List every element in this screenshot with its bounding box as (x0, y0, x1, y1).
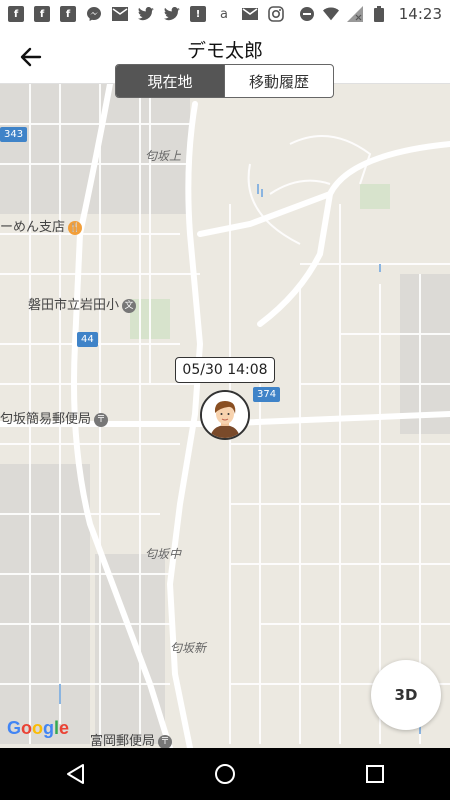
map-label-sakashin: 匂坂新 (170, 641, 207, 655)
clock: 14:23 (398, 5, 442, 23)
3d-toggle-button[interactable]: 3D (371, 660, 441, 730)
amazon-icon: a (220, 6, 228, 22)
view-toggle: 現在地 移動履歴 (115, 64, 334, 98)
post-office-icon: 〒 (158, 734, 173, 748)
recents-nav-icon[interactable] (355, 754, 395, 794)
school-icon: 文 (122, 298, 137, 313)
tab-current-location[interactable]: 現在地 (116, 65, 224, 97)
restaurant-icon: 🍴 (68, 220, 83, 235)
map-label-post2: 富岡郵便局〒 (90, 730, 173, 748)
gmail-icon (242, 6, 258, 22)
location-timestamp: 05/30 14:08 (175, 357, 275, 383)
messenger-icon (86, 6, 102, 22)
dnd-icon (299, 6, 315, 22)
map-label-ramen-text: ーめん支店 (0, 220, 66, 235)
twitter-icon (138, 6, 154, 22)
map-label-ramen: ーめん支店 🍴 (0, 216, 83, 235)
facebook-icon: f (60, 6, 76, 22)
map-view[interactable]: 343 44 374 匂坂上 ーめん支店 🍴 磐田市立岩田小文 匂坂簡易郵便局〒 … (0, 84, 450, 748)
mail-icon (112, 6, 128, 22)
system-icons: 14:23 (299, 5, 442, 23)
status-bar: f f f ! a 14:23 (0, 0, 450, 28)
map-label-sakasagami: 匂坂上 (145, 149, 182, 163)
wifi-icon (322, 6, 339, 22)
post-office-icon: 〒 (94, 412, 109, 427)
navigation-bar (0, 748, 450, 800)
page-title: デモ太郎 (186, 40, 263, 62)
instagram-icon (268, 6, 284, 22)
map-label-school: 磐田市立岩田小文 (28, 294, 137, 313)
map-label-post1-text: 匂坂簡易郵便局 (0, 412, 92, 427)
facebook-icon: f (34, 6, 50, 22)
map-label-school-text: 磐田市立岩田小 (28, 298, 120, 313)
back-nav-icon[interactable] (55, 754, 95, 794)
facebook-icon: f (8, 6, 24, 22)
alert-icon: ! (190, 6, 206, 22)
route-shield-374: 374 (253, 387, 281, 402)
map-label-post1: 匂坂簡易郵便局〒 (0, 408, 109, 427)
google-logo: Google (7, 718, 70, 738)
tab-movement-history[interactable]: 移動履歴 (224, 65, 333, 97)
signal-icon (346, 6, 363, 22)
twitter-icon (164, 6, 180, 22)
user-avatar-marker[interactable] (200, 390, 250, 440)
notification-icons: f f f ! a (8, 6, 284, 22)
route-shield-343: 343 (0, 127, 28, 142)
map-label-sakanaka: 匂坂中 (145, 547, 182, 561)
home-nav-icon[interactable] (205, 754, 245, 794)
map-label-post2-text: 富岡郵便局 (90, 734, 156, 748)
route-shield-44: 44 (77, 332, 98, 347)
battery-icon (371, 6, 387, 22)
